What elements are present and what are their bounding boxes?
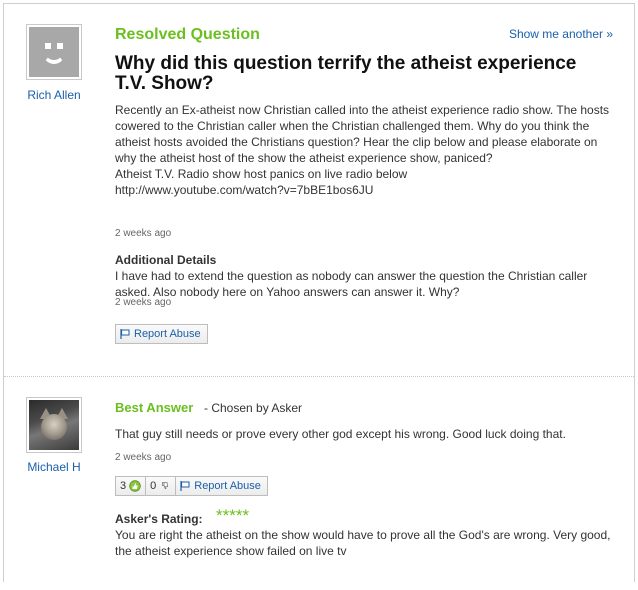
vote-bar: 3 0 Report Abuse bbox=[115, 476, 268, 496]
chosen-by-asker-label: - Chosen by Asker bbox=[204, 401, 303, 415]
thumbs-up-button[interactable]: 3 bbox=[115, 476, 147, 496]
question-section: Rich Allen Resolved Question Show me ano… bbox=[4, 4, 634, 372]
section-divider bbox=[4, 376, 634, 377]
asker-name-link[interactable]: Rich Allen bbox=[14, 88, 94, 102]
thumbs-down-icon bbox=[162, 482, 169, 490]
flag-icon bbox=[120, 329, 130, 339]
askers-rating-label: Asker's Rating: bbox=[115, 512, 203, 526]
details-timestamp: 2 weeks ago bbox=[115, 297, 172, 308]
additional-details-heading: Additional Details bbox=[115, 253, 217, 267]
rating-comment: You are right the atheist on the show wo… bbox=[115, 528, 611, 558]
question-timestamp: 2 weeks ago bbox=[115, 228, 172, 239]
qa-panel: Rich Allen Resolved Question Show me ano… bbox=[3, 3, 635, 582]
answerer-name-link[interactable]: Michael H bbox=[14, 460, 94, 474]
answer-body: That guy still needs or prove every othe… bbox=[115, 427, 566, 441]
answer-report-abuse-button[interactable]: Report Abuse bbox=[175, 476, 268, 496]
thumbs-down-button[interactable]: 0 bbox=[145, 476, 177, 496]
thumbs-down-count: 0 bbox=[150, 480, 157, 492]
rating-stars: ***** bbox=[216, 506, 250, 525]
asker-avatar-frame[interactable] bbox=[26, 24, 82, 80]
additional-details-text: I have had to extend the question as nob… bbox=[115, 269, 588, 299]
cat-avatar-icon bbox=[29, 400, 79, 450]
question-title: Why did this question terrify the atheis… bbox=[115, 53, 577, 94]
flag-icon bbox=[180, 481, 190, 491]
question-body: Recently an Ex-atheist now Christian cal… bbox=[115, 103, 610, 197]
thumbs-up-icon bbox=[129, 480, 141, 492]
report-abuse-label: Report Abuse bbox=[194, 480, 261, 492]
best-answer-section: Michael H Best Answer - Chosen by Asker … bbox=[4, 380, 634, 590]
answer-timestamp: 2 weeks ago bbox=[115, 452, 172, 463]
best-answer-label: Best Answer bbox=[115, 400, 194, 415]
answerer-avatar-frame[interactable] bbox=[26, 397, 82, 453]
resolved-question-label: Resolved Question bbox=[115, 26, 260, 43]
question-report-abuse-button[interactable]: Report Abuse bbox=[115, 324, 208, 344]
show-another-link[interactable]: Show me another » bbox=[509, 27, 613, 41]
default-avatar-icon bbox=[29, 27, 79, 77]
report-abuse-label: Report Abuse bbox=[134, 328, 201, 340]
thumbs-up-count: 3 bbox=[120, 480, 127, 492]
